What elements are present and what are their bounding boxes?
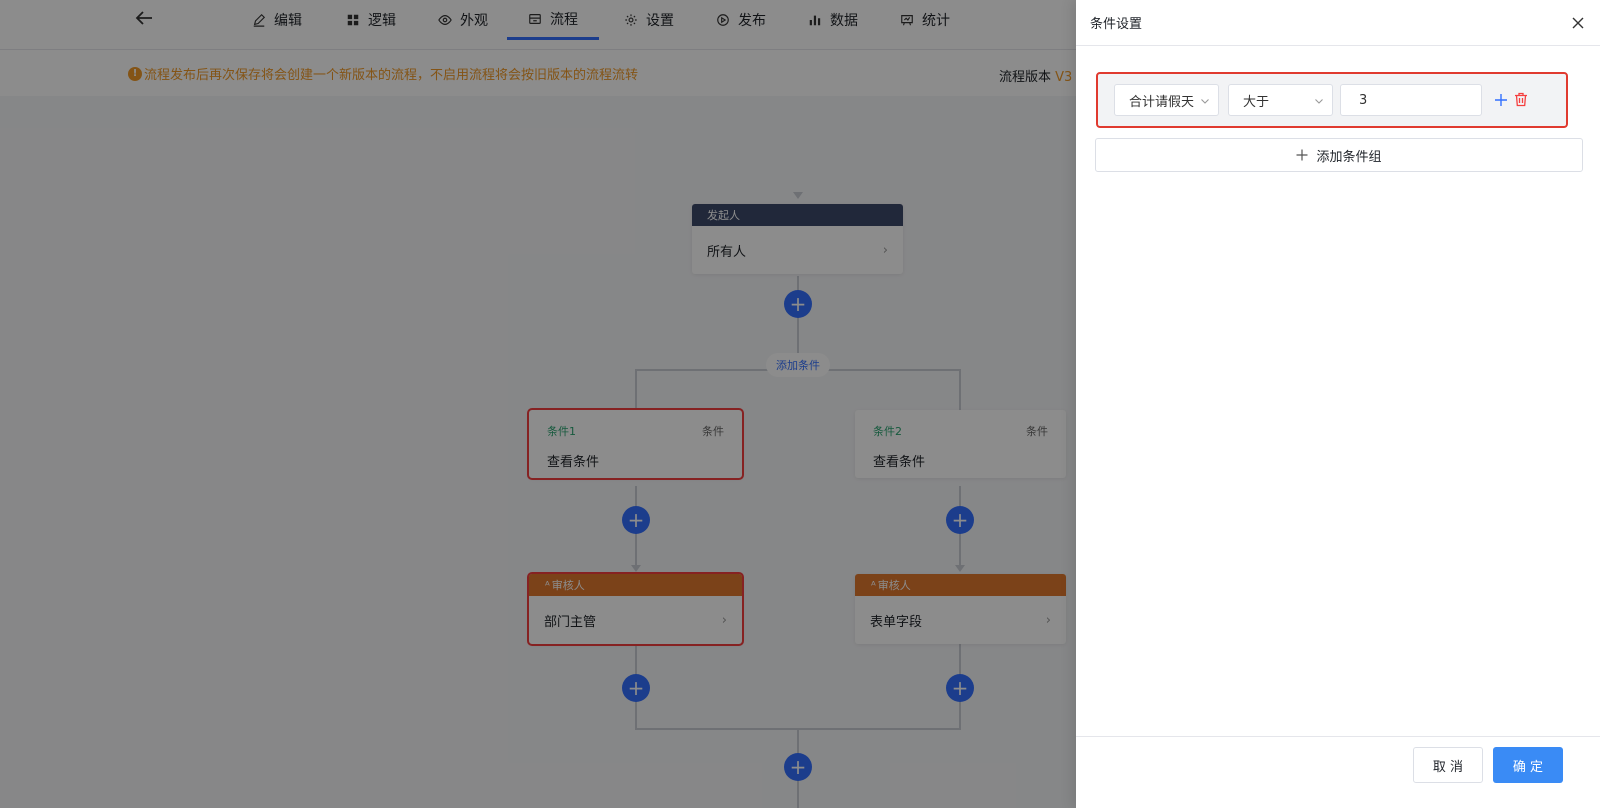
add-condition-icon[interactable] xyxy=(1494,93,1508,107)
drawer-header: 条件设置 xyxy=(1076,0,1600,46)
condition-settings-drawer: 条件设置 合计请假天 大于 添加条件组 取 消 确 定 xyxy=(1076,0,1600,808)
close-icon[interactable] xyxy=(1570,15,1586,31)
condition-group: 合计请假天 大于 xyxy=(1096,72,1568,128)
confirm-button[interactable]: 确 定 xyxy=(1493,747,1563,783)
modal-overlay[interactable] xyxy=(0,0,1076,808)
operator-select[interactable]: 大于 xyxy=(1228,84,1333,116)
add-condition-group-button[interactable]: 添加条件组 xyxy=(1095,138,1583,172)
chevron-down-icon xyxy=(1201,99,1209,104)
cancel-button[interactable]: 取 消 xyxy=(1413,747,1483,783)
plus-icon xyxy=(1296,149,1308,161)
drawer-footer: 取 消 确 定 xyxy=(1076,736,1600,808)
field-select[interactable]: 合计请假天 xyxy=(1114,84,1219,116)
chevron-down-icon xyxy=(1315,99,1323,104)
drawer-title: 条件设置 xyxy=(1090,17,1143,32)
trash-icon[interactable] xyxy=(1514,92,1528,107)
condition-value-input[interactable] xyxy=(1340,84,1482,116)
